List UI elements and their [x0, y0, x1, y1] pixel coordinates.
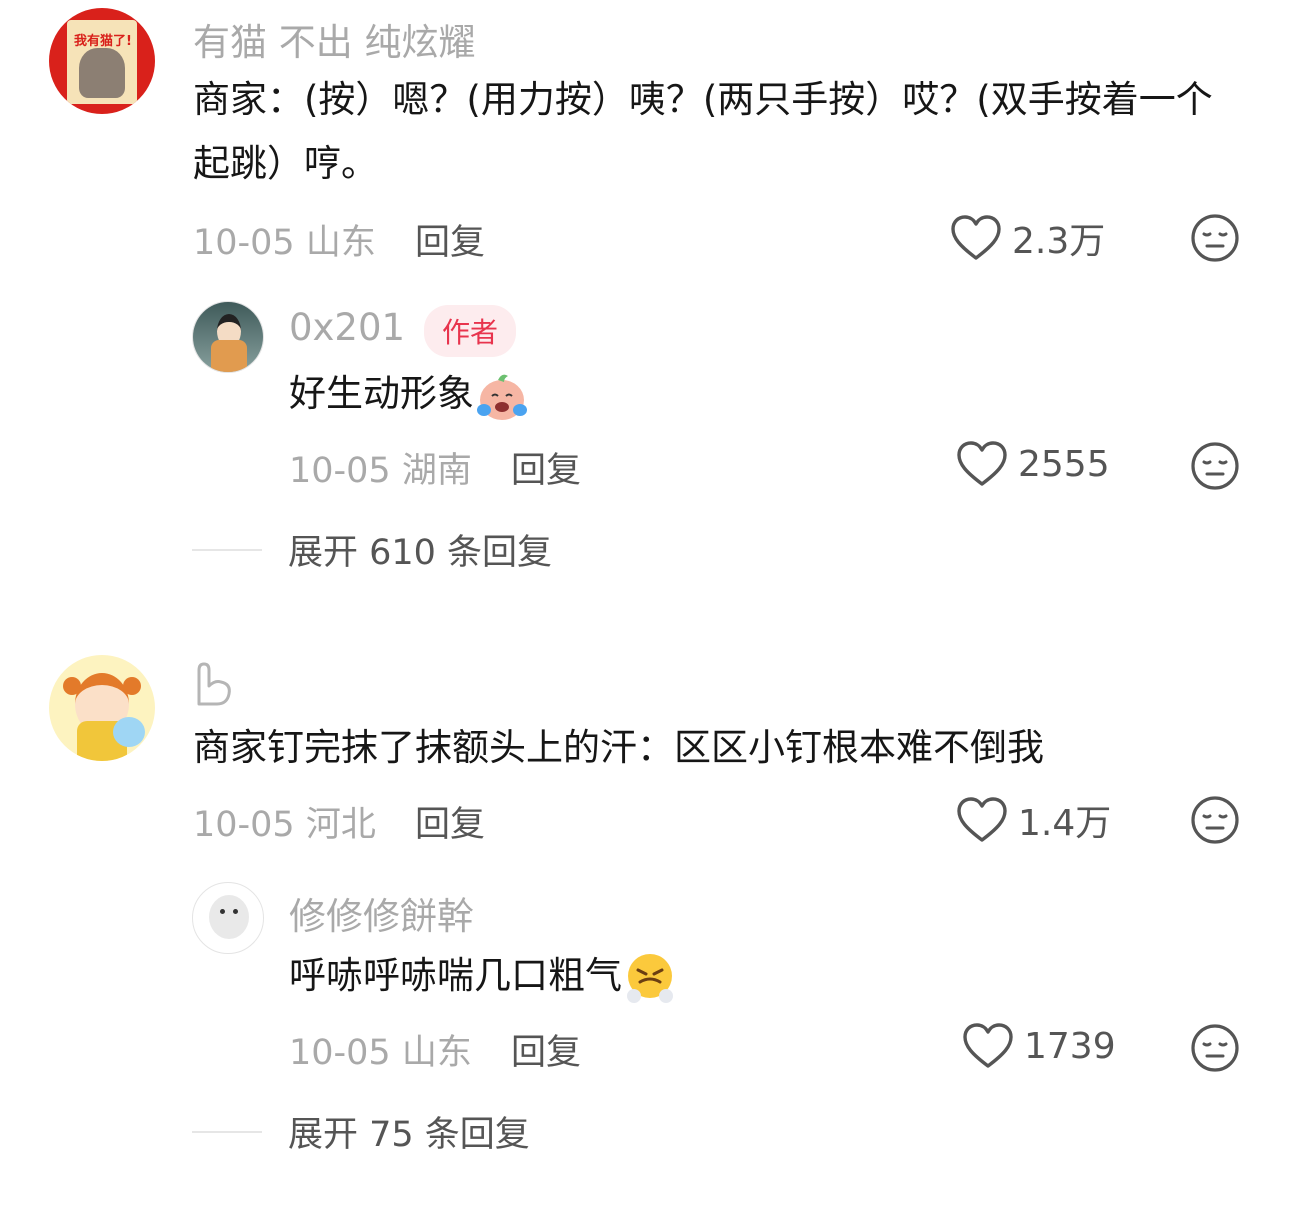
reply-date: 10-05 — [289, 451, 391, 491]
expand-replies-button[interactable]: 展开 610 条回复 — [192, 524, 552, 575]
like-count: 2.3万 — [1012, 221, 1106, 262]
reply-date: 10-05 — [289, 1033, 391, 1073]
comment-location: 河北 — [305, 805, 376, 845]
reply-meta: 10-05 山东 回复 — [289, 1024, 581, 1075]
avatar[interactable] — [49, 655, 155, 761]
avatar[interactable] — [192, 301, 264, 373]
like-count: 2555 — [1018, 443, 1110, 485]
like-count: 1.4万 — [1018, 803, 1112, 844]
comment-text: 商家钉完抹了抹额头上的汗：区区小钉根本难不倒我 — [193, 726, 1044, 769]
expand-replies-label: 展开 75 条回复 — [288, 1115, 530, 1155]
crying-laughing-emoji-icon — [477, 374, 527, 420]
comment-text: 商家：(按）嗯？(用力按）咦？(两只手按）哎？(双手按着一个起跳）哼。 — [193, 78, 1213, 185]
reply-button[interactable]: 回复 — [511, 1033, 581, 1073]
reply-text: 呼哧呼哧喘几口粗气 — [289, 944, 1189, 1008]
divider — [192, 548, 262, 551]
reply-location: 山东 — [401, 1033, 472, 1073]
heart-icon — [957, 797, 1007, 842]
huffing-emoji-icon — [627, 953, 673, 1003]
like-count: 1739 — [1024, 1025, 1116, 1067]
avatar-label: 我有猫了! — [74, 34, 132, 49]
reply-text: 好生动形象 — [289, 362, 1189, 426]
dislike-face-icon[interactable] — [1190, 213, 1240, 263]
heart-icon — [951, 215, 1001, 260]
username[interactable]: 修修修餅幹 — [289, 886, 474, 940]
heart-icon — [963, 1023, 1013, 1068]
username[interactable]: 0x201 — [289, 306, 405, 349]
avatar[interactable]: 我有猫了! — [49, 8, 155, 114]
heart-icon — [957, 441, 1007, 486]
reply-text-content: 呼哧呼哧喘几口粗气 — [289, 954, 622, 997]
avatar[interactable] — [192, 882, 264, 954]
reply-meta: 10-05 湖南 回复 — [289, 442, 581, 493]
like-button[interactable]: 1.4万 — [956, 794, 1111, 846]
reply-button[interactable]: 回复 — [415, 805, 485, 845]
hand-icon — [197, 662, 231, 706]
comment-date: 10-05 — [193, 805, 295, 845]
like-button[interactable]: 2.3万 — [950, 212, 1105, 264]
comment-location: 山东 — [305, 223, 376, 263]
like-button[interactable]: 2555 — [956, 440, 1110, 488]
comment-meta: 10-05 山东 回复 — [193, 214, 485, 265]
reply-button[interactable]: 回复 — [415, 223, 485, 263]
author-badge: 作者 — [424, 305, 517, 357]
dislike-face-icon[interactable] — [1190, 441, 1240, 491]
divider — [192, 1130, 262, 1133]
comment-date: 10-05 — [193, 223, 295, 263]
dislike-face-icon[interactable] — [1190, 1023, 1240, 1073]
reply-text-content: 好生动形象 — [289, 372, 474, 415]
dislike-face-icon[interactable] — [1190, 795, 1240, 845]
reply-location: 湖南 — [401, 451, 472, 491]
comment-meta: 10-05 河北 回复 — [193, 796, 485, 847]
reply-button[interactable]: 回复 — [511, 451, 581, 491]
like-button[interactable]: 1739 — [962, 1022, 1116, 1070]
expand-replies-button[interactable]: 展开 75 条回复 — [192, 1106, 530, 1157]
expand-replies-label: 展开 610 条回复 — [288, 533, 553, 573]
username[interactable]: 有猫 不出 纯炫耀 — [193, 12, 476, 66]
